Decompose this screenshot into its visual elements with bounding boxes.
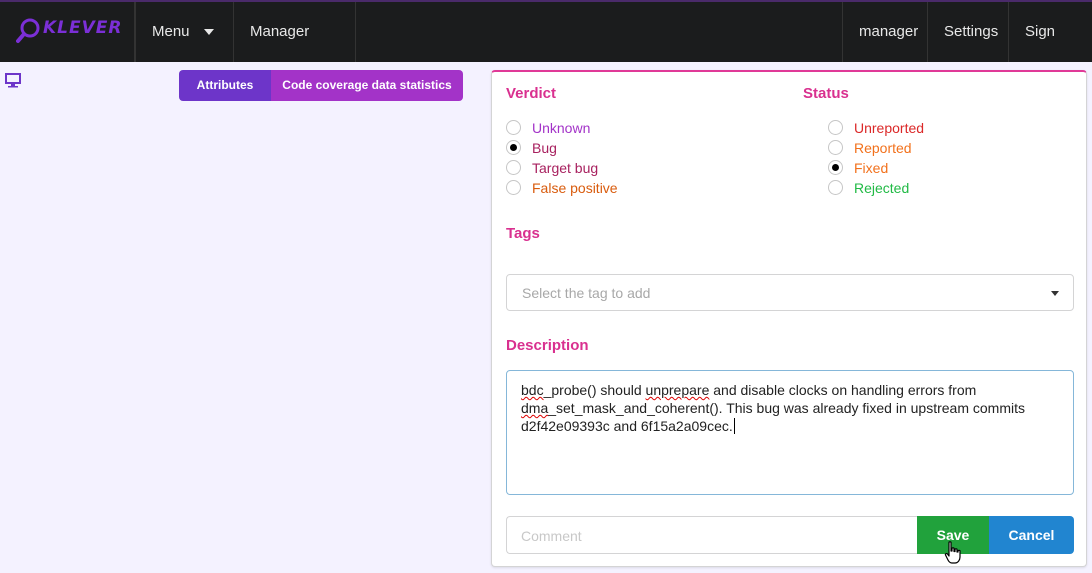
status-heading: Status xyxy=(803,85,849,102)
description-textarea[interactable]: bdc_probe() should unprepare and disable… xyxy=(506,370,1074,495)
radio-button[interactable] xyxy=(506,180,521,195)
description-text: dma xyxy=(521,400,549,416)
mark-form-panel: Verdict Unknown Bug Target bug False pos… xyxy=(491,70,1087,567)
manager-tools-link[interactable]: Manager Tools xyxy=(234,2,356,100)
logo-text: KLEVER xyxy=(43,18,123,38)
menu-label: Menu xyxy=(152,23,190,40)
status-label: Unreported xyxy=(854,120,925,136)
magnifier-logo-icon xyxy=(16,18,40,43)
status-label: Fixed xyxy=(854,160,889,176)
verdict-label: Target bug xyxy=(532,160,599,176)
monitor-icon[interactable] xyxy=(5,73,21,88)
top-navbar: KLEVER Menu Manager Tools manager Settin… xyxy=(0,0,1092,100)
klever-logo[interactable]: KLEVER xyxy=(0,2,135,62)
tags-heading: Tags xyxy=(506,225,540,242)
description-text: bdc xyxy=(521,382,544,398)
radio-button[interactable] xyxy=(828,120,843,135)
tag-select-placeholder: Select the tag to add xyxy=(522,285,651,301)
tag-select-dropdown[interactable]: Select the tag to add xyxy=(506,274,1074,311)
comment-placeholder: Comment xyxy=(521,528,582,544)
verdict-label: Bug xyxy=(532,140,557,156)
comment-input[interactable]: Comment xyxy=(506,516,918,554)
menu-dropdown[interactable]: Menu xyxy=(135,2,234,62)
signout-link[interactable]: Sign Out xyxy=(1009,2,1092,100)
attributes-button[interactable]: Attributes xyxy=(179,70,271,101)
verdict-label: Unknown xyxy=(532,120,591,136)
description-text: _set_mask_and_coherent(). This bug was a… xyxy=(548,400,1025,416)
text-cursor xyxy=(733,418,735,434)
description-text: d2f42e09393c and 6f15a2a09cec. xyxy=(521,418,733,434)
radio-button[interactable] xyxy=(506,120,521,135)
verdict-label: False positive xyxy=(532,180,618,196)
user-link[interactable]: manager xyxy=(842,2,928,62)
description-text: and disable clocks on handling errors fr… xyxy=(709,382,977,398)
radio-button[interactable] xyxy=(828,140,843,155)
hand-pointer-icon xyxy=(944,541,961,564)
description-text: unprepare xyxy=(645,382,710,398)
radio-button[interactable] xyxy=(506,140,521,155)
description-text: _probe() should xyxy=(543,382,646,398)
coverage-statistics-button[interactable]: Code coverage data statistics xyxy=(271,70,463,101)
cancel-button[interactable]: Cancel xyxy=(989,516,1074,554)
caret-down-icon xyxy=(203,29,214,36)
description-heading: Description xyxy=(506,337,589,354)
radio-button[interactable] xyxy=(506,160,521,175)
verdict-heading: Verdict xyxy=(506,85,557,102)
radio-button[interactable] xyxy=(828,180,843,195)
settings-link[interactable]: Settings xyxy=(928,2,1009,62)
status-label: Rejected xyxy=(854,180,910,196)
dropdown-arrow-icon xyxy=(1051,291,1059,296)
radio-button[interactable] xyxy=(828,160,843,175)
status-label: Reported xyxy=(854,140,912,156)
